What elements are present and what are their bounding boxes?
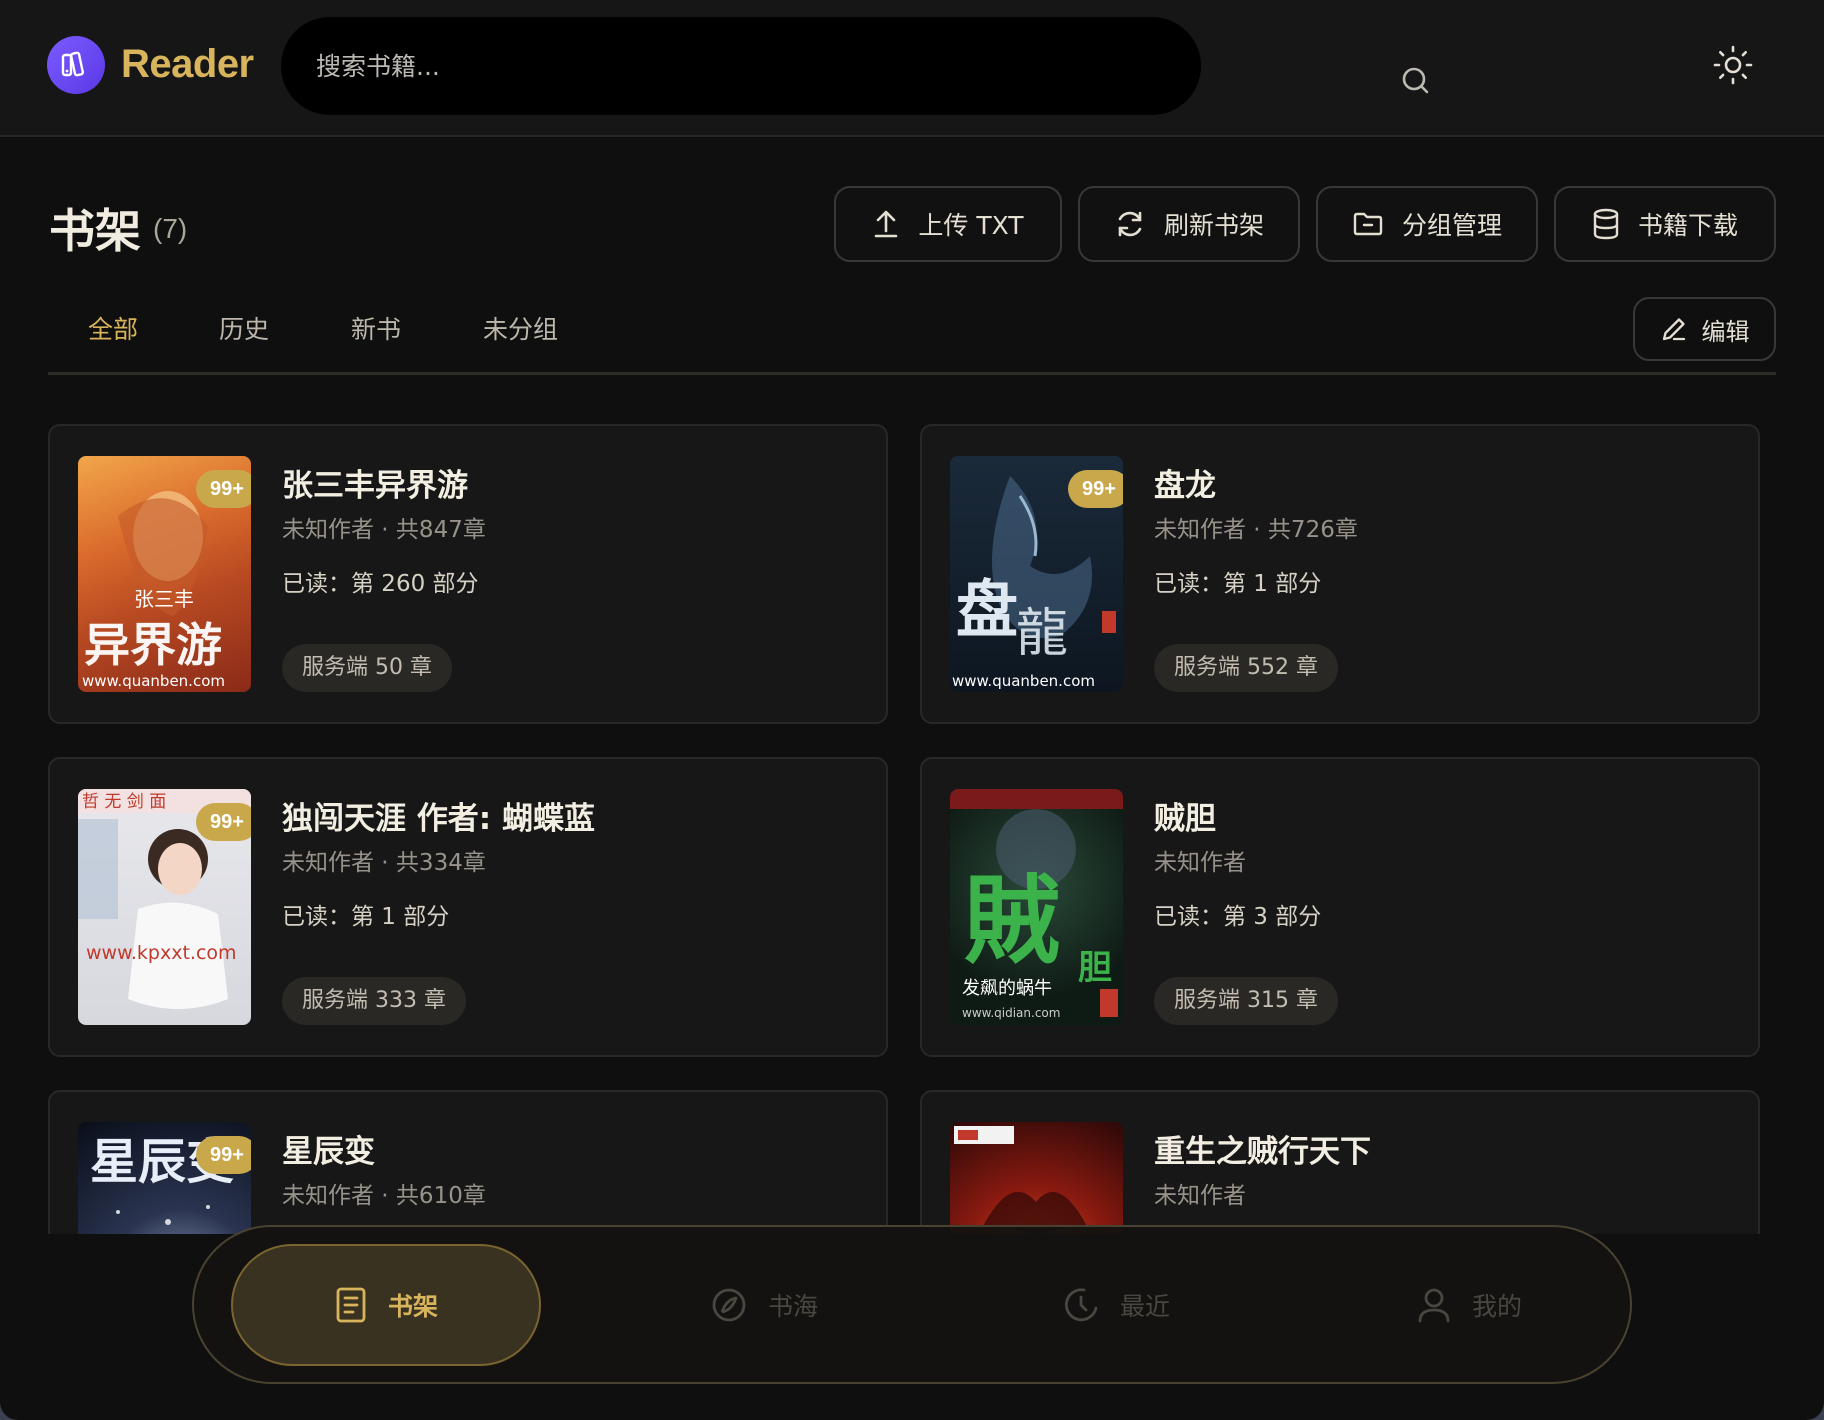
svg-text:www.quanben.com: www.quanben.com (952, 672, 1095, 690)
upload-icon (875, 210, 898, 238)
svg-text:胆: 胆 (1078, 948, 1112, 988)
book-meta: 未知作者 · 共610章 (282, 1183, 486, 1209)
nav-book-sea[interactable]: 书海 (664, 1227, 864, 1382)
nav-recent[interactable]: 最近 (1016, 1227, 1216, 1382)
nav-bookshelf-label: 书架 (387, 1292, 438, 1321)
compass-icon (712, 1288, 746, 1321)
book-progress: 已读：第 260 部分 (282, 571, 479, 597)
refresh-icon (1118, 211, 1142, 237)
bottom-nav: 书架 书海 最近 我的 (192, 1225, 1632, 1384)
search-input[interactable] (316, 17, 1076, 115)
group-manage-button[interactable]: 分组管理 (1316, 186, 1538, 262)
unread-badge: 99+ (196, 470, 251, 508)
book-progress: 已读：第 1 部分 (282, 904, 450, 930)
clock-icon (1064, 1287, 1098, 1321)
upload-txt-label: 上传 TXT (918, 211, 1024, 240)
nav-book-sea-label: 书海 (767, 1291, 818, 1321)
tab-all[interactable]: 全部 (88, 310, 138, 346)
nav-bookshelf[interactable]: 书架 (231, 1244, 541, 1366)
book-meta: 未知作者 · 共334章 (282, 850, 486, 876)
book-title: 盘龙 (1154, 468, 1216, 504)
app-name: Reader (121, 42, 254, 86)
top-header: Reader (0, 0, 1824, 137)
svg-text:异界游: 异界游 (84, 618, 222, 672)
book-title: 张三丰异界游 (282, 468, 468, 504)
book-cover (950, 1122, 1123, 1234)
nav-recent-label: 最近 (1119, 1291, 1170, 1321)
book-title: 独闯天涯 作者: 蝴蝶蓝 (282, 801, 595, 837)
book-count: (7) (153, 213, 188, 244)
book-download-button[interactable]: 书籍下载 (1554, 186, 1776, 262)
app-window: Reader 书架 (7) 上传 TXT (0, 0, 1824, 1420)
svg-text:龍: 龍 (1016, 604, 1068, 664)
book-meta: 未知作者 · 共847章 (282, 517, 486, 543)
svg-text:www.quanben.com: www.quanben.com (82, 672, 225, 690)
book-cover: 盘 龍 www.quanben.com 99+ (950, 456, 1123, 692)
user-icon (1418, 1288, 1450, 1322)
svg-text:哲 无 剑 面: 哲 无 剑 面 (82, 792, 166, 812)
book-cover: 哲 无 剑 面 www.kpxxt.com 99+ (78, 789, 251, 1025)
book-cover: 张三丰 异界游 www.quanben.com 99+ (78, 456, 251, 692)
svg-text:张三丰: 张三丰 (134, 587, 194, 611)
group-manage-label: 分组管理 (1401, 211, 1502, 240)
database-icon (1593, 208, 1619, 240)
svg-text:www.kpxxt.com: www.kpxxt.com (86, 942, 237, 964)
book-progress: 已读：第 1 部分 (1154, 571, 1322, 597)
book-cover: 星辰变 99+ (78, 1122, 251, 1234)
upload-txt-button[interactable]: 上传 TXT (834, 186, 1062, 262)
book-card[interactable]: 盘 龍 www.quanben.com 99+ 盘龙 未知作者 · 共726章 … (920, 424, 1760, 724)
book-download-label: 书籍下载 (1637, 211, 1738, 240)
app-logo[interactable] (47, 36, 105, 94)
book-card[interactable]: 星辰变 99+ 星辰变 未知作者 · 共610章 (48, 1090, 888, 1234)
server-chapter-chip: 服务端 552 章 (1154, 644, 1338, 692)
server-chapter-chip: 服务端 315 章 (1154, 977, 1338, 1025)
search-bar[interactable] (281, 17, 1429, 115)
tabs-divider (48, 372, 1776, 375)
refresh-shelf-button[interactable]: 刷新书架 (1078, 186, 1300, 262)
book-meta: 未知作者 (1154, 850, 1246, 876)
svg-text:盘: 盘 (956, 573, 1018, 646)
edit-label: 编辑 (1701, 317, 1750, 346)
books-logo-icon (61, 51, 85, 77)
cover-art (954, 1126, 1090, 1234)
book-grid: 张三丰 异界游 www.quanben.com 99+ 张三丰异界游 未知作者 … (0, 420, 1824, 1234)
book-cover: 賊 胆 发飙的蜗牛 www.qidian.com (950, 789, 1123, 1025)
book-meta: 未知作者 · 共726章 (1154, 517, 1358, 543)
cover-art: 賊 胆 发飙的蜗牛 www.qidian.com (950, 789, 1123, 1020)
folder-icon (1353, 212, 1383, 236)
tab-history[interactable]: 历史 (219, 310, 269, 346)
theme-toggle-sun-icon[interactable] (1712, 44, 1754, 86)
unread-badge: 99+ (196, 803, 251, 841)
server-chapter-chip: 服务端 333 章 (282, 977, 466, 1025)
nav-profile[interactable]: 我的 (1369, 1227, 1569, 1382)
book-card[interactable]: 賊 胆 发飙的蜗牛 www.qidian.com 贼胆 未知作者 已读：第 3 … (920, 757, 1760, 1057)
unread-badge: 99+ (1068, 470, 1123, 508)
svg-text:賊: 賊 (964, 864, 1060, 977)
edit-button[interactable]: 编辑 (1633, 297, 1776, 361)
book-card[interactable]: 张三丰 异界游 www.quanben.com 99+ 张三丰异界游 未知作者 … (48, 424, 888, 724)
tab-ungrouped[interactable]: 未分组 (483, 310, 558, 346)
book-meta: 未知作者 (1154, 1183, 1246, 1209)
pencil-icon (1662, 318, 1685, 341)
unread-badge: 99+ (196, 1136, 251, 1174)
svg-text:发飙的蜗牛: 发飙的蜗牛 (962, 978, 1052, 999)
server-chapter-chip: 服务端 50 章 (282, 644, 452, 692)
book-progress: 已读：第 3 部分 (1154, 904, 1322, 930)
page-title: 书架 (49, 204, 141, 258)
nav-profile-label: 我的 (1471, 1291, 1522, 1321)
book-card[interactable]: 哲 无 剑 面 www.kpxxt.com 99+ 独闯天涯 作者: 蝴蝶蓝 未… (48, 757, 888, 1057)
book-list-icon (336, 1287, 366, 1323)
svg-text:www.qidian.com: www.qidian.com (962, 1006, 1060, 1020)
book-title: 重生之贼行天下 (1154, 1134, 1371, 1170)
book-title: 星辰变 (282, 1134, 375, 1170)
refresh-shelf-label: 刷新书架 (1163, 211, 1264, 240)
search-icon[interactable] (1401, 66, 1431, 96)
book-title: 贼胆 (1154, 801, 1216, 837)
book-card[interactable]: 重生之贼行天下 未知作者 (920, 1090, 1760, 1234)
tab-new-books[interactable]: 新书 (351, 310, 401, 346)
